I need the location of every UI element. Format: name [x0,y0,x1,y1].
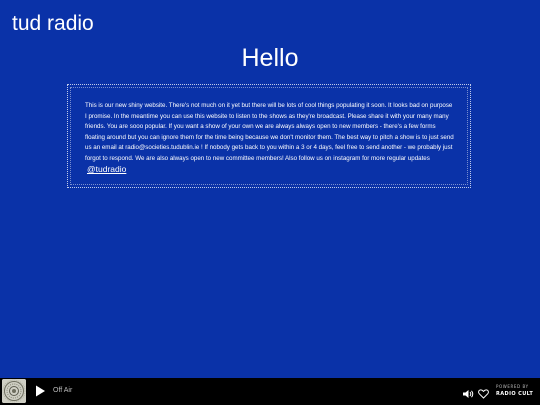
station-logo-icon[interactable] [2,379,26,403]
favorite-button[interactable] [478,386,489,399]
player-bar: Off Air POWERED BY RADIO CULT [0,378,540,405]
play-icon [36,385,45,397]
volume-button[interactable] [463,386,474,398]
volume-icon [463,390,474,398]
content-box: This is our new shiny website. There's n… [67,84,471,188]
play-button[interactable] [33,384,47,398]
page-heading: Hello [241,44,299,72]
powered-by-badge[interactable]: POWERED BY RADIO CULT [496,384,536,398]
instagram-link[interactable]: @tudradio [87,164,126,174]
powered-by-brand: RADIO CULT [496,391,534,397]
intro-paragraph: This is our new shiny website. There's n… [85,101,455,177]
intro-text: This is our new shiny website. There's n… [85,102,454,162]
content-box-inner: This is our new shiny website. There's n… [70,87,468,185]
site-title[interactable]: tud radio [12,11,94,37]
heart-icon [478,389,489,399]
broadcast-status: Off Air [53,387,73,394]
